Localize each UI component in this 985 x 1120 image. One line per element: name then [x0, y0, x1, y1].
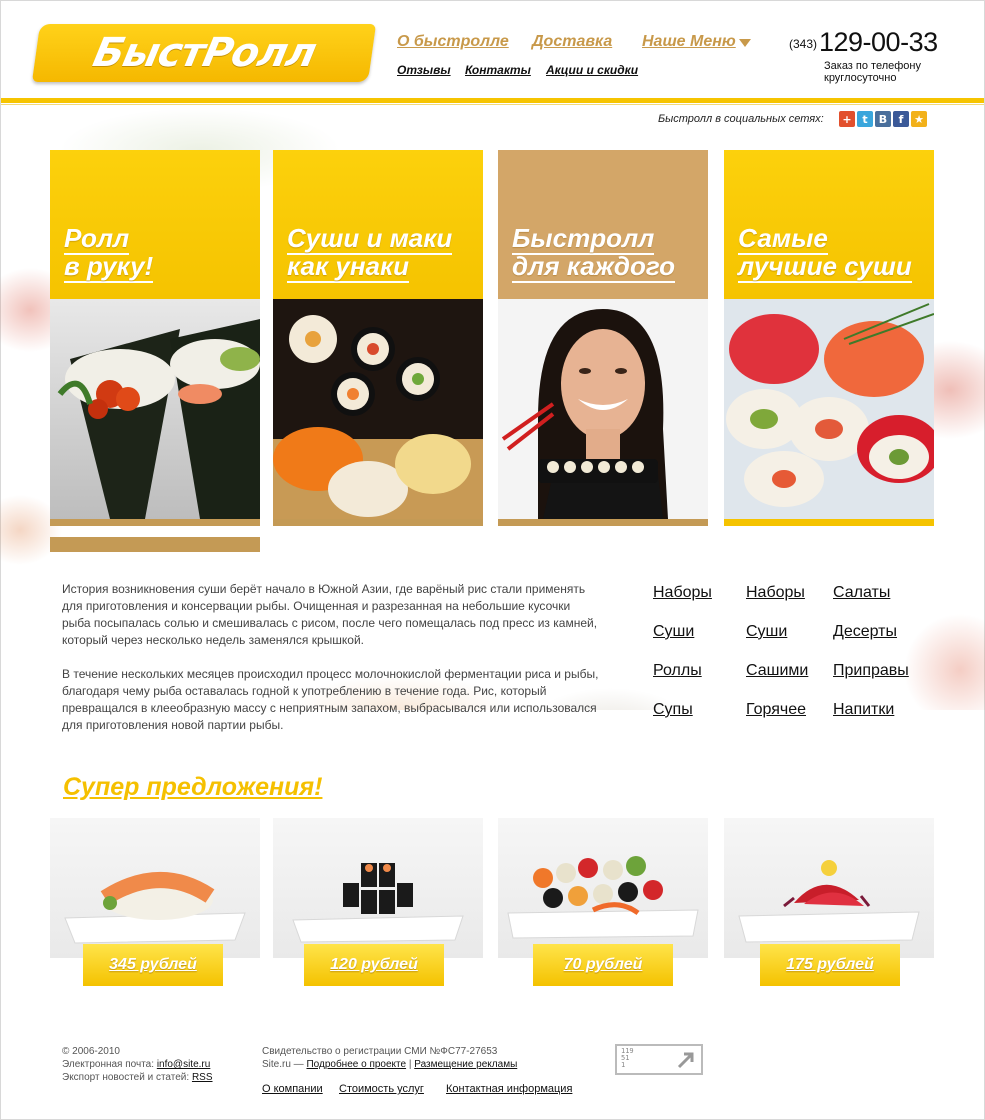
footer-link-prices[interactable]: Стоимость услуг	[339, 1083, 424, 1095]
header-divider	[1, 98, 984, 103]
twitter-icon[interactable]: t	[857, 111, 873, 127]
menu-link-sets[interactable]: Наборы	[746, 583, 808, 622]
advertising-link[interactable]: Размещение рекламы	[414, 1059, 517, 1070]
menu-link-sets[interactable]: Наборы	[653, 583, 712, 622]
menu-link-desserts[interactable]: Десерты	[833, 622, 909, 661]
promo-card-sushi-and-maki[interactable]: Суши и маки как унаки	[273, 150, 483, 552]
footer-link-contact-info[interactable]: Контактная информация	[446, 1083, 572, 1095]
footer-rss-row: Экспорт новостей и статей: RSS	[62, 1071, 213, 1084]
promo-card-title[interactable]: Самые лучшие суши	[738, 223, 934, 283]
menu-link-soups[interactable]: Супы	[653, 700, 712, 739]
phone-area-code: (343)	[789, 37, 818, 51]
nav-promotions[interactable]: Акции и скидки	[546, 63, 638, 77]
social-icons: + t B f ★	[839, 111, 927, 127]
arrow-up-right-icon	[677, 1052, 694, 1069]
intro-text: История возникновения суши берёт начало …	[62, 581, 602, 734]
menu-link-hot-dishes[interactable]: Горячее	[746, 700, 808, 739]
smiling-woman-photo	[498, 299, 708, 519]
promo-card-roll-in-hand[interactable]: Ролл в руку!	[50, 150, 260, 552]
header-divider-thin	[1, 104, 984, 105]
card-footer-bar	[724, 537, 934, 552]
promo-card-title[interactable]: Суши и маки как унаки	[287, 223, 483, 283]
intro-paragraph: История возникновения суши берёт начало …	[62, 582, 598, 647]
export-label: Экспорт новостей и статей:	[62, 1072, 190, 1083]
promo-card-title[interactable]: Быстролл для каждого	[512, 223, 708, 283]
offer-image[interactable]	[50, 818, 260, 958]
chevron-down-icon[interactable]	[739, 39, 751, 47]
promo-card-header: Ролл в руку!	[50, 150, 260, 299]
vkontakte-icon[interactable]: B	[875, 111, 891, 127]
nav-contacts[interactable]: Контакты	[465, 63, 531, 77]
menu-link-salads[interactable]: Салаты	[833, 583, 909, 622]
visit-counter[interactable]: 119 51 1	[615, 1044, 703, 1075]
menu-link-sashimi[interactable]: Сашими	[746, 661, 808, 700]
offer-price-button[interactable]: 120 рублей	[304, 944, 444, 986]
star-icon[interactable]: ★	[911, 111, 927, 127]
nav-about[interactable]: О быстролле	[397, 33, 509, 51]
card-stripe	[50, 519, 260, 526]
social-label: Быстролл в социальных сетях:	[658, 113, 824, 125]
card-stripe	[724, 519, 934, 526]
rss-link[interactable]: RSS	[192, 1072, 213, 1083]
sushi-platter-photo	[273, 299, 483, 519]
separator: |	[408, 1059, 412, 1070]
offer-price-button[interactable]: 175 рублей	[760, 944, 900, 986]
phone-note: Заказ по телефону круглосуточно	[824, 60, 921, 84]
footer-site-row: Site.ru — Подробнее о проекте | Размещен…	[262, 1058, 517, 1071]
card-stripe	[273, 519, 483, 526]
offer-price-button[interactable]: 345 рублей	[83, 944, 223, 986]
nav-reviews[interactable]: Отзывы	[397, 63, 451, 77]
logo[interactable]: БыстРолл	[31, 24, 377, 82]
promo-card-title[interactable]: Ролл в руку!	[64, 223, 260, 283]
more-about-project-link[interactable]: Подробнее о проекте	[306, 1059, 406, 1070]
offer-image[interactable]	[273, 818, 483, 958]
menu-link-sushi[interactable]: Суши	[746, 622, 808, 661]
footer-email-row: Электронная почта: info@site.ru	[62, 1058, 213, 1071]
menu-link-sushi[interactable]: Суши	[653, 622, 712, 661]
facebook-icon[interactable]: f	[893, 111, 909, 127]
email-label: Электронная почта:	[62, 1059, 155, 1070]
site-label: Site.ru —	[262, 1059, 304, 1070]
offers-title[interactable]: Супер предложения!	[63, 773, 322, 802]
footer-link-company[interactable]: О компании	[262, 1083, 323, 1095]
promo-card-header: Быстролл для каждого	[498, 150, 708, 299]
nav-our-menu[interactable]: Наше Меню	[642, 33, 736, 51]
sushi-rolls-photo	[724, 299, 934, 519]
menu-column-3: Салаты Десерты Приправы Напитки	[833, 583, 909, 739]
footer-left: © 2006-2010 Электронная почта: info@site…	[62, 1045, 213, 1084]
menu-link-rolls[interactable]: Роллы	[653, 661, 712, 700]
menu-link-drinks[interactable]: Напитки	[833, 700, 909, 739]
phone-number: 129-00-33	[819, 27, 938, 57]
promo-card-best-sushi[interactable]: Самые лучшие суши	[724, 150, 934, 552]
promo-card-header: Самые лучшие суши	[724, 150, 934, 299]
card-footer-bar	[50, 537, 260, 552]
promo-card-for-everyone[interactable]: Быстролл для каждого	[498, 150, 708, 552]
card-footer-bar	[498, 537, 708, 552]
logo-text: БыстРолл	[88, 30, 320, 76]
offer-image[interactable]	[724, 818, 934, 958]
intro-paragraph: В течение нескольких месяцев происходил …	[62, 667, 599, 732]
hand-roll-photo	[50, 299, 260, 519]
footer-middle: Свидетельство о регистрации СМИ №ФС77-27…	[262, 1045, 517, 1071]
menu-link-condiments[interactable]: Приправы	[833, 661, 909, 700]
menu-column-2: Наборы Суши Сашими Горячее	[746, 583, 808, 739]
offer-image[interactable]	[498, 818, 708, 958]
promo-card-header: Суши и маки как унаки	[273, 150, 483, 299]
card-footer-bar	[273, 537, 483, 552]
plus-icon[interactable]: +	[839, 111, 855, 127]
counter-digits: 119 51 1	[621, 1047, 634, 1069]
email-link[interactable]: info@site.ru	[157, 1059, 211, 1070]
nav-delivery[interactable]: Доставка	[532, 33, 612, 51]
card-stripe	[498, 519, 708, 526]
menu-column-1: Наборы Суши Роллы Супы	[653, 583, 712, 739]
registration-text: Свидетельство о регистрации СМИ №ФС77-27…	[262, 1046, 498, 1057]
offer-price-button[interactable]: 70 рублей	[533, 944, 673, 986]
copyright: © 2006-2010	[62, 1046, 120, 1057]
